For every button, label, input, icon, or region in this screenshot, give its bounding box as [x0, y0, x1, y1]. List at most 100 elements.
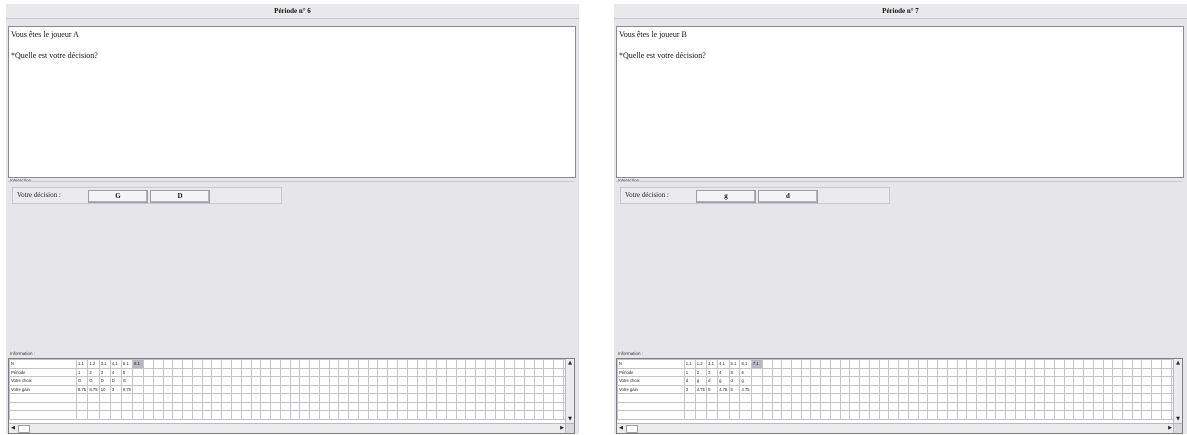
table-cell: [1141, 410, 1153, 420]
table-cell: [396, 376, 408, 386]
scroll-down-icon[interactable]: ▼: [1174, 415, 1182, 423]
table-cell: [445, 384, 457, 394]
table-cell: [98, 401, 111, 411]
table-cell: [781, 384, 793, 394]
table-cell: [357, 359, 369, 369]
table-cell: [533, 410, 545, 420]
table-cell: [1083, 401, 1094, 411]
table-cell: [868, 384, 880, 394]
table-cell: [728, 393, 741, 403]
row-header-cell: Période: [617, 367, 685, 377]
row-header-cell: Votre choix: [617, 376, 685, 386]
table-cell: [387, 401, 398, 411]
choice-d-button[interactable]: D: [150, 190, 210, 203]
table-cell: [898, 359, 909, 369]
table-cell: [328, 376, 340, 386]
choice-d-button[interactable]: d: [758, 190, 818, 203]
table-cell: [1160, 367, 1172, 377]
table-cell: [132, 410, 145, 420]
table-cell: [927, 393, 939, 403]
table-cell: [504, 401, 516, 411]
table-cell: [338, 376, 350, 386]
table-cell: [260, 393, 272, 403]
table-cell: [1053, 393, 1065, 403]
table-cell: [387, 367, 398, 377]
table-cell: [868, 393, 880, 403]
table-cell: [868, 401, 880, 411]
table-cell: [367, 359, 379, 369]
scroll-left-icon[interactable]: ◀: [617, 424, 625, 433]
table-cell: [706, 401, 719, 411]
history-table: N 1.1 1.2 3.1 4.1 5.1 6.1 Période 1 2 3 4 5 Votre cho…: [9, 359, 574, 420]
table-cell: [318, 384, 330, 394]
table-cell: 4.1: [717, 359, 730, 369]
table-cell: [406, 393, 418, 403]
table-cell: [309, 410, 320, 420]
table-cell: [1160, 376, 1172, 386]
vertical-scrollbar[interactable]: ▲ ▼: [565, 359, 574, 423]
table-cell: [898, 393, 909, 403]
choice-g-button[interactable]: g: [696, 190, 756, 203]
table-cell: [1160, 401, 1172, 411]
table-cell: [966, 384, 977, 394]
information-table-box[interactable]: N 1.1 1.2 3.1 4.1 5.1 6.1 7.1 Période 1 2 3 4 5 6 Votre…: [616, 358, 1183, 434]
table-cell: [338, 401, 350, 411]
scroll-down-icon[interactable]: ▼: [566, 415, 574, 423]
scroll-thumb[interactable]: [18, 425, 30, 433]
table-cell: 8.75: [120, 384, 134, 394]
table-cell: [800, 393, 812, 403]
table-cell: [800, 401, 812, 411]
table-cell: [221, 401, 232, 411]
scroll-thumb[interactable]: [626, 425, 638, 433]
table-cell: [109, 410, 122, 420]
question-message: *Quelle est votre décision?: [619, 51, 706, 60]
horizontal-scrollbar[interactable]: ◀ ▶: [9, 423, 566, 433]
table-cell: [1005, 393, 1016, 403]
table-cell: G: [87, 376, 100, 386]
table-cell: [1005, 367, 1016, 377]
table-cell: 7.1: [750, 359, 763, 369]
table-cell: [1024, 384, 1036, 394]
table-cell: [1034, 359, 1046, 369]
table-cell: [1112, 393, 1123, 403]
table-cell: d: [683, 376, 696, 386]
table-cell: [1063, 359, 1075, 369]
table-cell: [888, 384, 900, 394]
table-cell: [1073, 384, 1085, 394]
table-cell: [426, 410, 438, 420]
table-cell: [328, 367, 340, 377]
horizontal-scrollbar[interactable]: ◀ ▶: [617, 423, 1174, 433]
table-cell: [839, 367, 851, 377]
table-cell: [299, 410, 311, 420]
table-cell: [445, 367, 457, 377]
table-cell: [289, 384, 301, 394]
table-cell: [98, 393, 111, 403]
scroll-left-icon[interactable]: ◀: [9, 424, 17, 433]
table-cell: [504, 384, 516, 394]
table-cell: [1102, 401, 1114, 411]
table-cell: [152, 367, 164, 377]
information-table-box[interactable]: N 1.1 1.2 3.1 4.1 5.1 6.1 Période 1 2 3 4 5 Votre cho…: [8, 358, 575, 434]
table-cell: 4.75: [717, 384, 730, 394]
table-cell: [1151, 359, 1162, 369]
scroll-up-icon[interactable]: ▲: [1174, 359, 1182, 367]
scroll-up-icon[interactable]: ▲: [566, 359, 574, 367]
table-cell: [182, 367, 193, 377]
table-cell: [946, 393, 958, 403]
table-cell: [1024, 393, 1036, 403]
table-cell: [494, 401, 506, 411]
table-row: Période 1 2 3 4 5: [9, 367, 574, 377]
table-cell: [445, 393, 457, 403]
table-cell: [318, 410, 330, 420]
table-cell: [927, 410, 939, 420]
table-cell: d: [728, 376, 741, 386]
vertical-scrollbar[interactable]: ▲ ▼: [1173, 359, 1182, 423]
message-area[interactable]: Vous êtes le joueur B *Quelle est votre …: [616, 26, 1184, 178]
table-cell: [406, 376, 418, 386]
table-cell: [279, 359, 291, 369]
choice-g-button[interactable]: G: [88, 190, 148, 203]
table-cell: [289, 367, 301, 377]
table-cell: 1.2: [87, 359, 100, 369]
message-area[interactable]: Vous êtes le joueur A *Quelle est votre …: [8, 26, 576, 178]
table-cell: [761, 367, 773, 377]
